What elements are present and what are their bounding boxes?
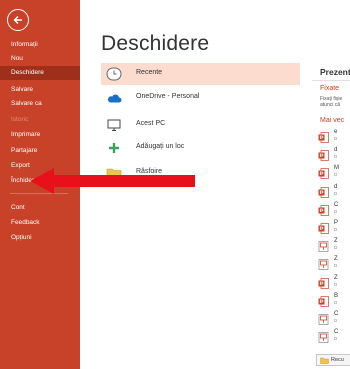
recent-file-row[interactable]: PD — [318, 220, 350, 234]
recent-file-path: D — [334, 136, 338, 141]
powerpoint-file-icon — [318, 148, 329, 162]
recent-file-path: D — [334, 245, 338, 251]
pinned-heading: Fixate — [320, 85, 340, 92]
powerpoint-file-icon — [318, 203, 329, 216]
powerpoint-file-icon — [318, 166, 329, 180]
recent-file-name: d — [334, 183, 338, 190]
recent-file-row[interactable]: ZD — [318, 238, 350, 253]
slideshow-file-icon — [318, 257, 329, 271]
powerpoint-file-icon — [318, 294, 329, 307]
page-title: Deschidere — [101, 32, 210, 55]
nav-item-options[interactable]: Opțiuni — [0, 231, 80, 245]
location-onedrive[interactable]: OneDrive - Personal — [101, 87, 300, 109]
powerpoint-file-icon — [318, 221, 329, 234]
location-this-pc[interactable]: Acest PC — [101, 114, 300, 136]
folder-icon — [320, 357, 329, 364]
recent-file-name: Z — [334, 256, 338, 263]
recent-file-path: D — [334, 208, 338, 214]
recent-file-path: D — [334, 172, 338, 178]
location-label: Recente — [136, 69, 163, 76]
plus-icon — [106, 141, 122, 155]
recent-file-name: C — [334, 201, 339, 208]
nav-item-feedback[interactable]: Feedback — [0, 216, 80, 230]
recover-unsaved-button[interactable]: Recu — [316, 354, 350, 366]
nav-item-print[interactable]: Imprimare — [0, 128, 80, 142]
recent-file-row[interactable]: CD — [318, 311, 350, 325]
recent-file-name: C — [334, 311, 339, 317]
powerpoint-file-icon — [318, 185, 329, 198]
nav-item-info[interactable]: Informații — [0, 38, 80, 52]
location-add-place[interactable]: Adăugați un loc — [101, 137, 300, 159]
recent-file-row[interactable]: CD — [318, 202, 350, 216]
older-heading: Mai vec — [320, 117, 345, 124]
recent-file-row[interactable]: CD — [318, 329, 350, 344]
recent-file-row[interactable]: eD — [318, 129, 350, 143]
recent-file-path: D — [334, 318, 338, 323]
recent-file-path: D — [334, 281, 338, 287]
recent-file-path: D — [334, 263, 338, 269]
nav-item-open[interactable]: Deschidere — [0, 66, 80, 80]
recent-file-name: M — [334, 165, 339, 172]
powerpoint-file-icon — [318, 130, 329, 143]
recent-file-row[interactable]: MD — [318, 165, 350, 180]
location-recent[interactable]: Recente — [101, 63, 300, 85]
recent-file-name: P — [334, 220, 339, 226]
recent-file-row[interactable]: dD — [318, 184, 350, 198]
location-label: Adăugați un loc — [136, 143, 185, 150]
location-label: Acest PC — [136, 120, 166, 127]
recent-file-name: Z — [334, 238, 338, 245]
nav-item-new[interactable]: Nou — [0, 52, 80, 66]
recover-label: Recu — [331, 357, 344, 363]
recent-panel-title: Prezent — [320, 67, 350, 77]
back-arrow-icon[interactable] — [7, 9, 29, 31]
computer-icon — [106, 118, 122, 132]
recent-file-row[interactable]: ZD — [318, 275, 350, 289]
recent-file-name: d — [334, 147, 338, 154]
recent-file-row[interactable]: dD — [318, 147, 350, 162]
recent-file-path: D — [334, 190, 338, 196]
recent-panel: Prezent Fixate Fixați fișie atunci că Ma… — [312, 0, 350, 369]
slideshow-file-icon — [318, 330, 329, 344]
recent-file-path: D — [334, 154, 338, 160]
recent-file-row[interactable]: BD — [318, 293, 350, 307]
nav-item-account[interactable]: Cont — [0, 201, 80, 215]
recent-file-name: e — [334, 129, 338, 135]
nav-item-save[interactable]: Salvare — [0, 83, 80, 97]
recent-file-name: B — [334, 292, 339, 299]
annotation-arrow-icon — [30, 168, 195, 194]
pinned-hint-line-2: atunci că — [320, 102, 341, 108]
nav-item-share[interactable]: Partajare — [0, 144, 80, 158]
nav-item-save-as[interactable]: Salvare ca — [0, 97, 80, 111]
recent-file-name: C — [334, 329, 339, 336]
slideshow-file-icon — [318, 239, 329, 253]
recent-file-row[interactable]: ZD — [318, 256, 350, 271]
nav-item-history: Istoric — [11, 116, 29, 123]
divider — [312, 80, 350, 81]
recent-file-name: Z — [334, 274, 338, 281]
powerpoint-file-icon — [318, 276, 329, 289]
recent-file-path: D — [334, 299, 338, 305]
recent-file-path: D — [334, 336, 338, 342]
recent-file-path: D — [334, 227, 338, 232]
cloud-icon — [106, 91, 122, 105]
clock-icon — [106, 67, 122, 81]
slideshow-file-icon — [318, 312, 329, 325]
location-label: OneDrive - Personal — [136, 93, 200, 100]
